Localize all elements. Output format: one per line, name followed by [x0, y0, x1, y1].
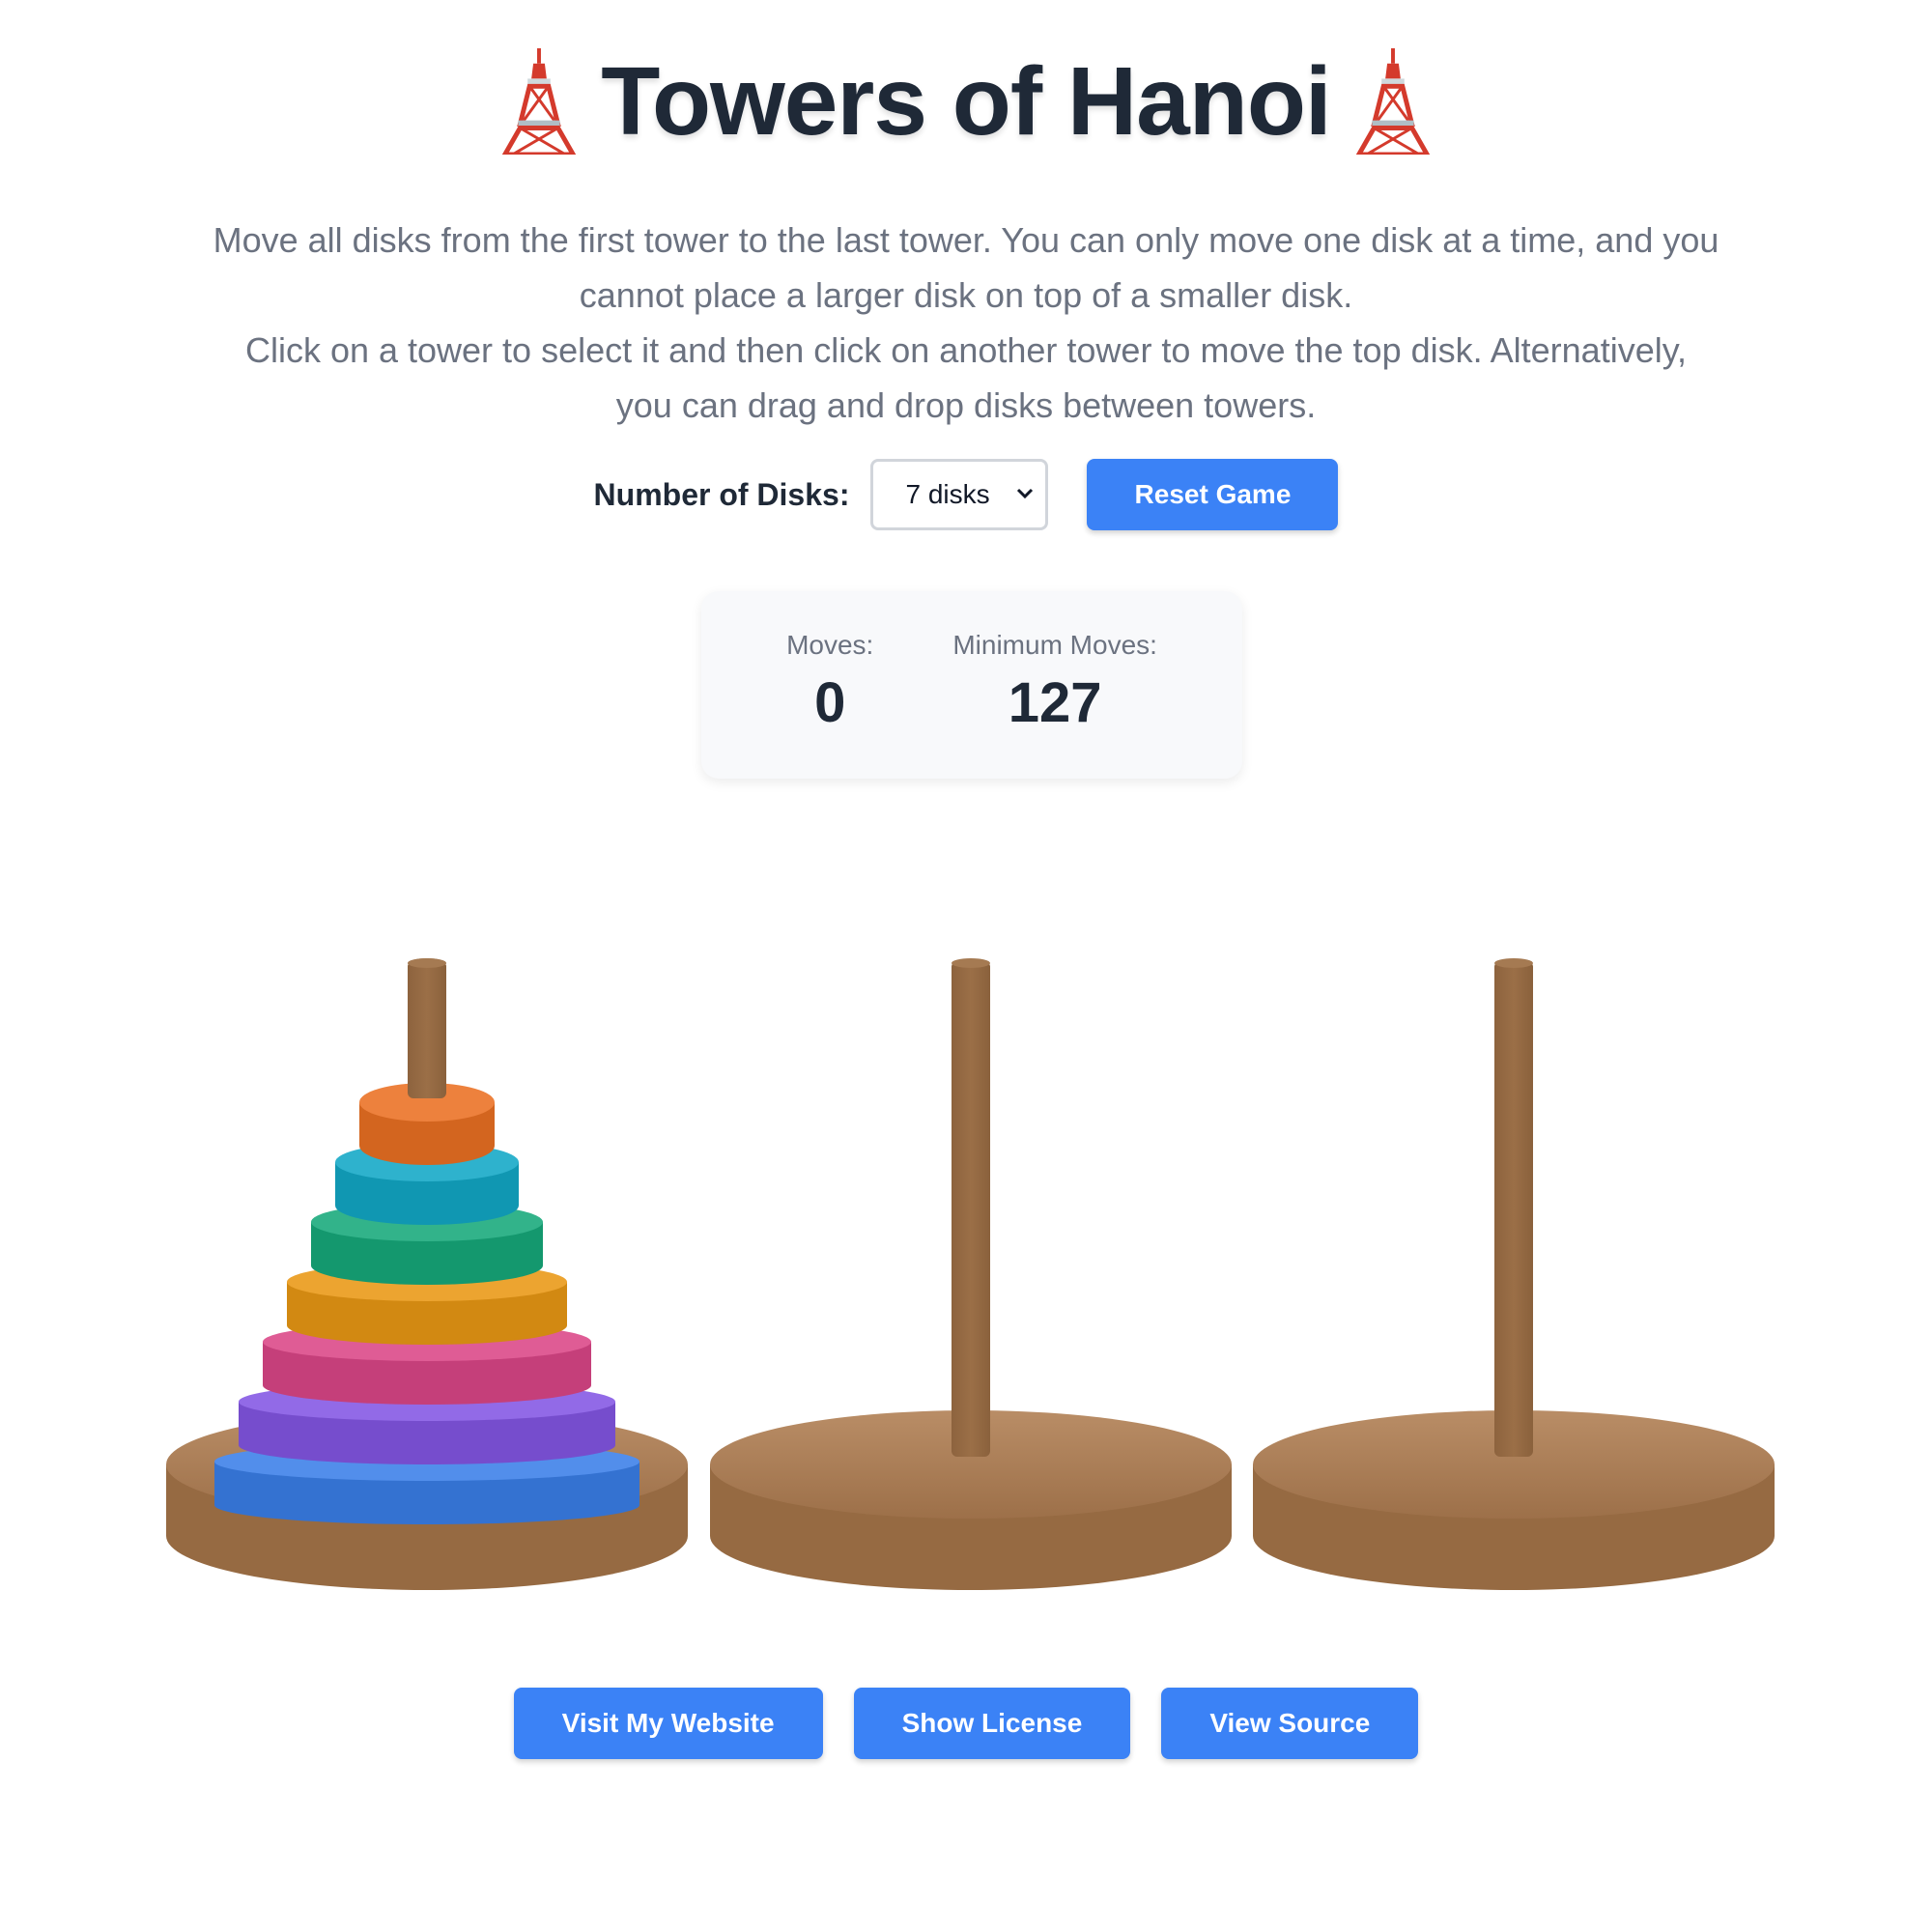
moves-stat: Moves: 0 [786, 630, 873, 779]
chevron-down-icon [1017, 488, 1034, 499]
game-board [0, 927, 1932, 1604]
reset-game-button[interactable]: Reset Game [1087, 459, 1339, 530]
tower-peg [1494, 961, 1533, 1457]
show-license-button[interactable]: Show License [853, 1688, 1131, 1759]
disks-label: Number of Disks: [593, 476, 850, 512]
min-moves-count: 127 [1008, 671, 1102, 734]
tower-1[interactable] [166, 958, 688, 1590]
view-source-button[interactable]: View Source [1161, 1688, 1419, 1759]
tower-peg-cap [1494, 958, 1533, 968]
moves-count: 0 [814, 671, 846, 734]
instructions: Move all disks from the first tower to t… [213, 213, 1719, 433]
tower-peg-top [408, 961, 446, 1098]
tower-peg [952, 961, 990, 1457]
instructions-rules: Move all disks from the first tower to t… [213, 220, 1719, 315]
title-row: Towers of Hanoi [0, 39, 1932, 164]
min-moves-stat: Minimum Moves: 127 [952, 630, 1157, 779]
tower-2[interactable] [710, 958, 1232, 1590]
disk-count-value: 7 disks [905, 479, 990, 509]
visit-website-button[interactable]: Visit My Website [513, 1688, 823, 1759]
footer: Visit My Website Show License View Sourc… [0, 1688, 1932, 1759]
tokyo-tower-icon [502, 48, 577, 155]
tokyo-tower-icon [1355, 48, 1430, 155]
tower-peg-cap [952, 958, 990, 968]
moves-label: Moves: [786, 630, 874, 660]
controls: Number of Disks: 7 disks Reset Game [0, 459, 1932, 530]
stats-panel: Moves: 0 Minimum Moves: 127 [701, 591, 1242, 779]
tower-peg-cap [408, 958, 446, 968]
min-moves-label: Minimum Moves: [952, 630, 1157, 660]
header: Towers of Hanoi Move all disks from the … [0, 39, 1932, 433]
towers-svg [166, 958, 1775, 1590]
disk-count-select[interactable]: 7 disks [870, 459, 1049, 530]
tower-3[interactable] [1253, 958, 1775, 1590]
page-title: Towers of Hanoi [601, 46, 1331, 156]
instructions-controls: Click on a tower to select it and then c… [244, 330, 1688, 425]
